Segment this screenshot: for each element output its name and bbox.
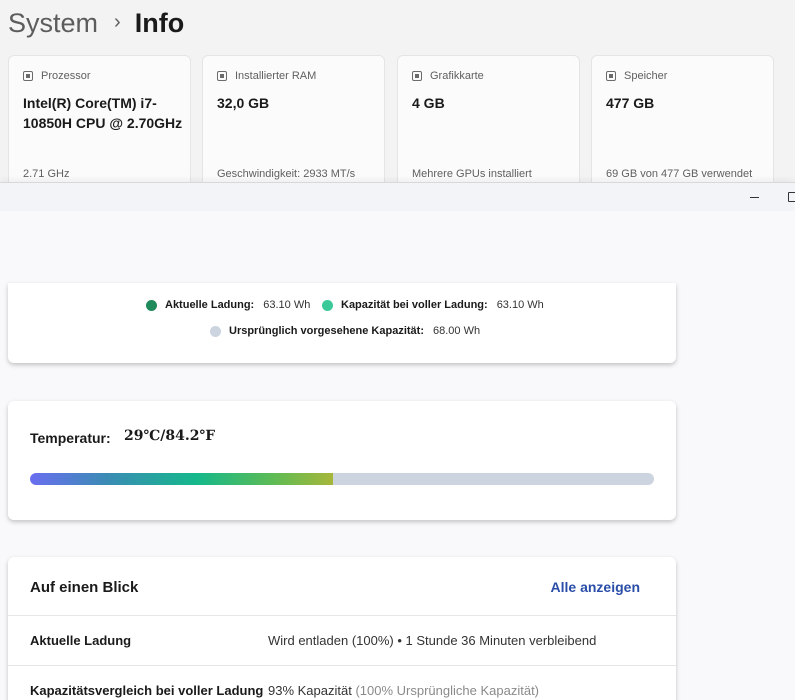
breadcrumb-system[interactable]: System <box>8 8 98 39</box>
legend-label: Aktuelle Ladung: <box>165 299 255 311</box>
glance-row-key: Kapazitätsvergleich bei voller Ladung <box>30 683 264 698</box>
glance-row-key: Aktuelle Ladung <box>30 633 132 648</box>
maximize-icon[interactable] <box>783 187 795 207</box>
header-area <box>0 211 795 283</box>
spec-card-ram: Installierter RAM 32,0 GB Geschwindigkei… <box>202 55 385 195</box>
temperature-bar <box>30 473 654 485</box>
glance-title: Auf einen Blick <box>30 579 139 596</box>
legend-label: Ursprünglich vorgesehene Kapazität: <box>229 325 424 337</box>
temperature-label: Temperatur: <box>30 430 111 446</box>
glance-row-current-charge: Aktuelle Ladung Wird entladen (100%) • 1… <box>8 615 676 665</box>
legend-value: 63.10 Wh <box>496 299 544 311</box>
glance-row-value: Wird entladen (100%) • 1 Stunde 36 Minut… <box>268 633 596 648</box>
spec-card-processor: Prozessor Intel(R) Core(TM) i7-10850H CP… <box>8 55 191 195</box>
spec-sub: 2.71 GHz <box>23 168 70 180</box>
spec-label: Installierter RAM <box>235 70 317 82</box>
spec-label: Speicher <box>624 70 668 82</box>
battery-window: Aktuelle Ladung: 63.10 Wh Kapazität bei … <box>0 182 795 700</box>
settings-window: System › Info Prozessor Intel(R) Core(TM… <box>0 0 795 200</box>
legend-dot-icon <box>322 299 333 311</box>
glance-row-value-text: 93% Kapazität <box>268 683 352 698</box>
legend-item-full: Kapazität bei voller Ladung: 63.10 Wh <box>322 299 544 311</box>
legend-value: 68.00 Wh <box>433 325 481 337</box>
spec-label: Prozessor <box>41 70 91 82</box>
spec-sub: Geschwindigkeit: 2933 MT/s <box>217 168 356 180</box>
legend-label: Kapazität bei voller Ladung: <box>341 299 488 311</box>
glance-row-value: 93% Kapazität (100% Ursprüngliche Kapazi… <box>268 683 539 698</box>
temperature-card: Temperatur: 29℃/84.2℉ <box>8 401 676 520</box>
spec-value: 4 GB <box>412 95 445 111</box>
spec-card-storage: Speicher 477 GB 69 GB von 477 GB verwend… <box>591 55 774 195</box>
breadcrumb: System › Info <box>8 4 184 42</box>
legend-dot-icon <box>146 299 157 311</box>
glance-row-muted-text: (100% Ursprüngliche Kapazität) <box>355 683 540 698</box>
temperature-value: 29℃/84.2℉ <box>124 428 216 444</box>
glance-row-capacity: Kapazitätsvergleich bei voller Ladung 93… <box>8 665 676 700</box>
spec-label: Grafikkarte <box>430 70 484 82</box>
storage-icon <box>606 71 616 81</box>
legend-dot-icon <box>210 325 221 337</box>
glance-row-value-text: Wird entladen (100%) • 1 Stunde 36 Minut… <box>268 633 597 648</box>
minimize-icon[interactable] <box>744 187 764 207</box>
spec-value: 477 GB <box>606 95 655 111</box>
ram-icon <box>217 71 227 81</box>
temperature-bar-fill <box>30 473 333 485</box>
title-bar[interactable] <box>0 183 795 211</box>
graphics-card-icon <box>412 71 422 81</box>
capacity-legend-card: Aktuelle Ladung: 63.10 Wh Kapazität bei … <box>8 283 676 363</box>
at-a-glance-card: Auf einen Blick Alle anzeigen Aktuelle L… <box>8 557 676 700</box>
spec-value: Intel(R) Core(TM) i7-10850H CPU @ 2.70GH… <box>23 95 183 131</box>
legend-item-current: Aktuelle Ladung: 63.10 Wh <box>146 299 310 311</box>
spec-sub: 69 GB von 477 GB verwendet <box>606 168 753 180</box>
processor-icon <box>23 71 33 81</box>
spec-sub: Mehrere GPUs installiert <box>412 168 532 180</box>
legend-value: 63.10 Wh <box>263 299 311 311</box>
spec-value: 32,0 GB <box>217 95 270 111</box>
show-all-link[interactable]: Alle anzeigen <box>551 579 640 595</box>
spec-card-graphics: Grafikkarte 4 GB Mehrere GPUs installier… <box>397 55 580 195</box>
chevron-right-icon: › <box>114 10 121 33</box>
legend-item-design: Ursprünglich vorgesehene Kapazität: 68.0… <box>210 325 480 337</box>
page-title: Info <box>134 7 185 38</box>
battery-content: Aktuelle Ladung: 63.10 Wh Kapazität bei … <box>0 211 795 700</box>
